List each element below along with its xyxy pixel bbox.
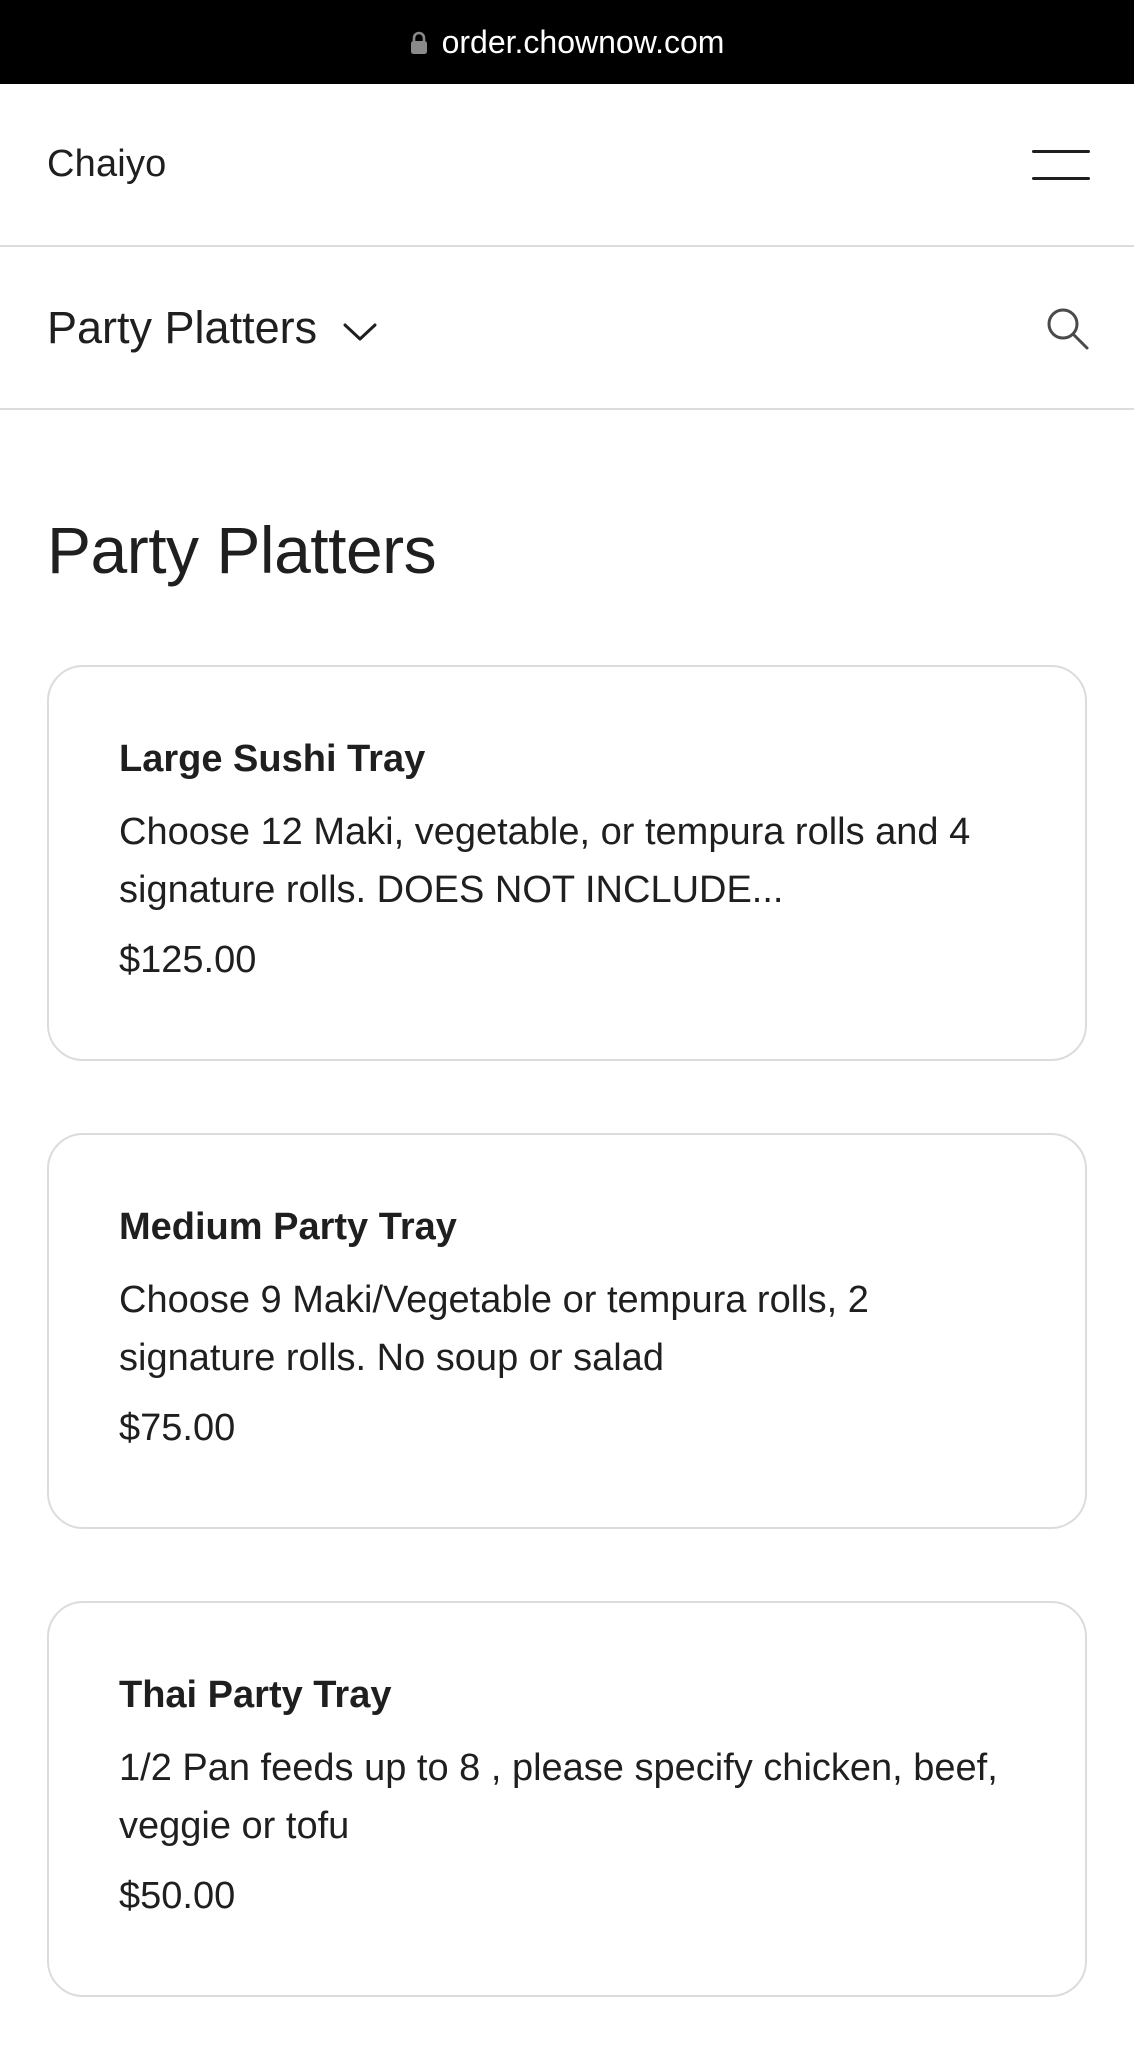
menu-item-price: $50.00: [119, 1875, 236, 1917]
menu-item-description: Choose 9 Maki/Vegetable or tempura rolls…: [119, 1279, 869, 1379]
lock-icon: [410, 31, 427, 54]
menu-item-price: $125.00: [119, 939, 257, 981]
chevron-down-icon: [343, 323, 377, 340]
search-icon[interactable]: [1044, 305, 1090, 351]
menu-item-name: Thai Party Tray: [119, 1674, 392, 1716]
menu-item-name: Large Sushi Tray: [119, 738, 426, 780]
category-bar: Party Platters: [0, 247, 1134, 410]
menu-item-card[interactable]: Large Sushi Tray Choose 12 Maki, vegetab…: [47, 665, 1087, 1061]
hamburger-line: [1032, 149, 1090, 153]
menu-item-card[interactable]: Thai Party Tray 1/2 Pan feeds up to 8 , …: [47, 1601, 1087, 1997]
menu-item-price: $75.00: [119, 1407, 236, 1449]
hamburger-line: [1032, 176, 1090, 180]
hamburger-menu-icon[interactable]: [1032, 149, 1090, 180]
restaurant-name[interactable]: Chaiyo: [47, 143, 167, 186]
menu-item-card[interactable]: Medium Party Tray Choose 9 Maki/Vegetabl…: [47, 1133, 1087, 1529]
menu-item-description: 1/2 Pan feeds up to 8 , please specify c…: [119, 1747, 998, 1847]
menu-item-name: Medium Party Tray: [119, 1206, 457, 1248]
section-title: Party Platters: [47, 513, 437, 587]
category-dropdown[interactable]: Party Platters: [47, 302, 377, 354]
category-dropdown-label: Party Platters: [47, 301, 318, 353]
browser-url-bar[interactable]: order.chownow.com: [0, 0, 1134, 84]
menu-item-description: Choose 12 Maki, vegetable, or tempura ro…: [119, 811, 971, 911]
browser-url-text: order.chownow.com: [441, 23, 725, 60]
site-header: Chaiyo: [0, 84, 1134, 247]
